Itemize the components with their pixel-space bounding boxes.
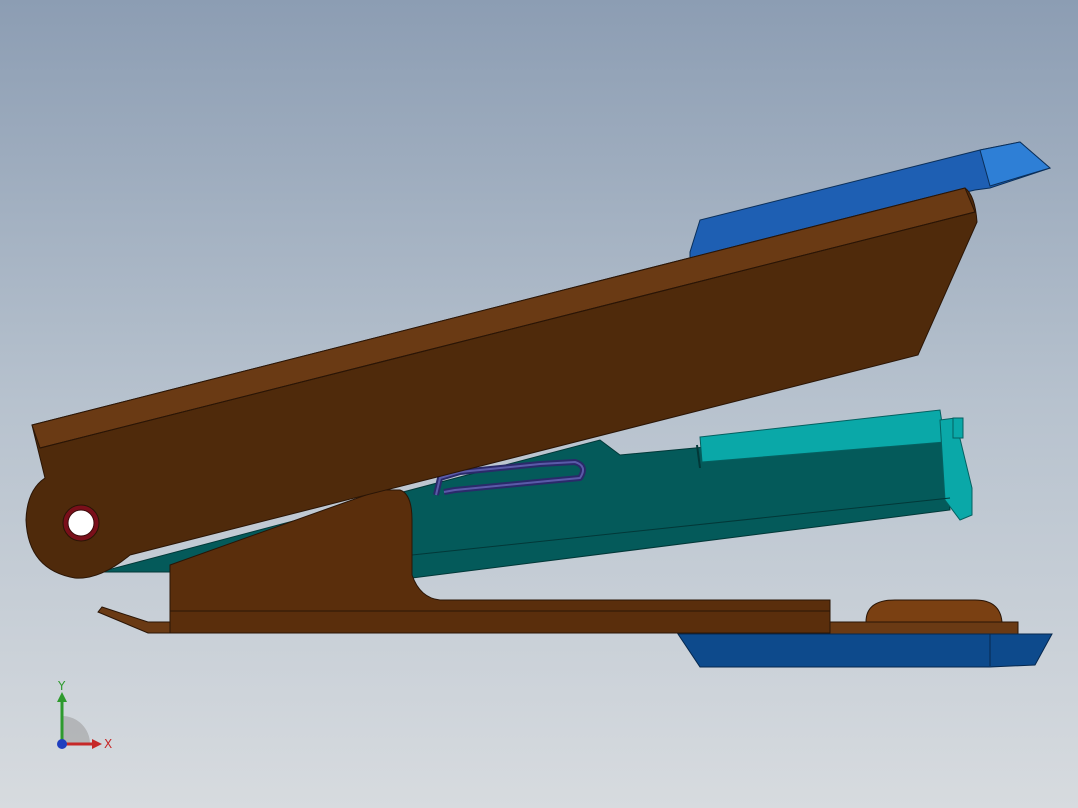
bottom-plate-body <box>677 633 1053 668</box>
z-axis-dot <box>57 739 67 749</box>
bottom-plate[interactable] <box>677 633 1053 668</box>
triad-plane <box>62 716 90 744</box>
base-front-tip <box>97 606 171 634</box>
magazine-tab <box>952 417 964 439</box>
pivot-pin[interactable] <box>62 504 100 542</box>
y-label: Y <box>57 680 66 693</box>
base-bump <box>865 599 1003 623</box>
base-rail <box>829 621 1019 635</box>
x-arrow-icon <box>92 739 102 749</box>
pivot-hole <box>67 509 95 537</box>
coordinate-triad: Y X <box>57 680 112 751</box>
x-label: X <box>104 737 112 751</box>
y-arrow-icon <box>57 692 67 702</box>
stapler-model[interactable] <box>0 0 1078 808</box>
graphics-viewport[interactable]: Y X <box>0 0 1078 808</box>
